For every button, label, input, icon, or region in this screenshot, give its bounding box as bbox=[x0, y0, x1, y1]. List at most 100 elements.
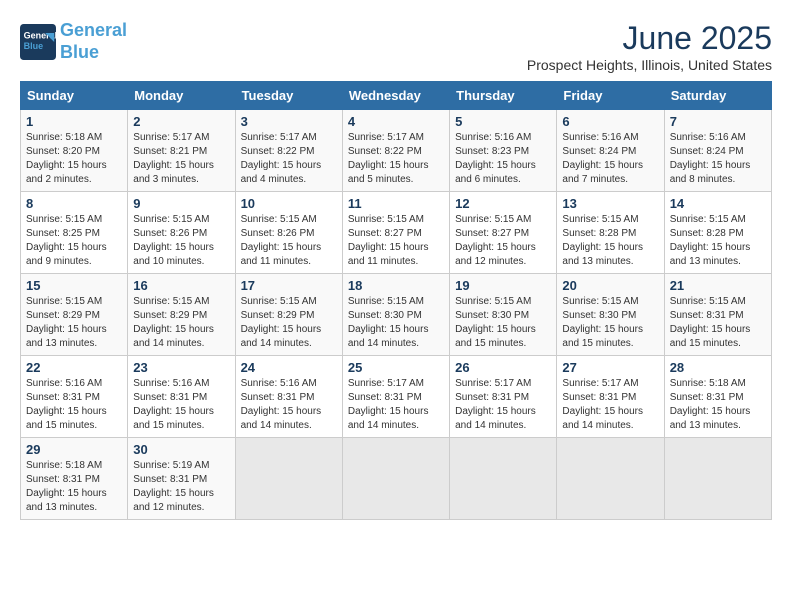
day-info: Sunrise: 5:15 AM Sunset: 8:26 PM Dayligh… bbox=[241, 213, 337, 269]
calendar-day-cell: 8Sunrise: 5:15 AM Sunset: 8:25 PM Daylig… bbox=[21, 192, 128, 274]
day-info: Sunrise: 5:15 AM Sunset: 8:29 PM Dayligh… bbox=[26, 295, 122, 351]
calendar-day-cell: 9 Sunrise: 5:15 AM Sunset: 8:26 PM Daylig… bbox=[128, 192, 235, 274]
logo-line2: Blue bbox=[60, 42, 99, 62]
day-info: Sunrise: 5:15 AM Sunset: 8:30 PM Dayligh… bbox=[455, 295, 551, 351]
day-number: 17 bbox=[241, 278, 337, 293]
day-number: 10 bbox=[241, 196, 337, 211]
day-number: 8 bbox=[26, 196, 122, 211]
day-number: 29 bbox=[26, 442, 122, 457]
day-info: Sunrise: 5:15 AM Sunset: 8:28 PM Dayligh… bbox=[670, 213, 766, 269]
page-header: General Blue General Blue June 2025 Pros… bbox=[20, 20, 772, 73]
day-info: Sunrise: 5:17 AM Sunset: 8:31 PM Dayligh… bbox=[562, 377, 658, 433]
day-number: 14 bbox=[670, 196, 766, 211]
col-friday: Friday bbox=[557, 82, 664, 110]
day-number: 30 bbox=[133, 442, 229, 457]
day-info: Sunrise: 5:17 AM Sunset: 8:21 PM Dayligh… bbox=[133, 131, 229, 187]
calendar-day-cell: 29 Sunrise: 5:18 AM Sunset: 8:31 PM Dayli… bbox=[21, 438, 128, 520]
day-info: Sunrise: 5:17 AM Sunset: 8:22 PM Dayligh… bbox=[241, 131, 337, 187]
day-info: Sunrise: 5:18 AM Sunset: 8:31 PM Dayligh… bbox=[26, 459, 122, 515]
calendar-week-row: 29 Sunrise: 5:18 AM Sunset: 8:31 PM Dayli… bbox=[21, 438, 772, 520]
svg-text:Blue: Blue bbox=[24, 41, 44, 51]
day-number: 22 bbox=[26, 360, 122, 375]
day-info: Sunrise: 5:16 AM Sunset: 8:31 PM Dayligh… bbox=[241, 377, 337, 433]
calendar-day-cell: 19 Sunrise: 5:15 AM Sunset: 8:30 PM Dayli… bbox=[450, 274, 557, 356]
calendar-day-cell: 23 Sunrise: 5:16 AM Sunset: 8:31 PM Dayli… bbox=[128, 356, 235, 438]
day-info: Sunrise: 5:15 AM Sunset: 8:30 PM Dayligh… bbox=[348, 295, 444, 351]
calendar-day-cell: 14 Sunrise: 5:15 AM Sunset: 8:28 PM Dayli… bbox=[664, 192, 771, 274]
calendar-day-cell: 15 Sunrise: 5:15 AM Sunset: 8:29 PM Dayli… bbox=[21, 274, 128, 356]
day-info: Sunrise: 5:15 AM Sunset: 8:26 PM Dayligh… bbox=[133, 213, 229, 269]
day-info: Sunrise: 5:18 AM Sunset: 8:20 PM Dayligh… bbox=[26, 131, 122, 187]
calendar-day-cell: 26 Sunrise: 5:17 AM Sunset: 8:31 PM Dayli… bbox=[450, 356, 557, 438]
day-number: 23 bbox=[133, 360, 229, 375]
month-title: June 2025 bbox=[527, 20, 772, 57]
calendar-day-cell: 28 Sunrise: 5:18 AM Sunset: 8:31 PM Dayli… bbox=[664, 356, 771, 438]
logo: General Blue General Blue bbox=[20, 20, 127, 63]
calendar-day-cell: 21 Sunrise: 5:15 AM Sunset: 8:31 PM Dayli… bbox=[664, 274, 771, 356]
calendar-day-cell bbox=[450, 438, 557, 520]
day-info: Sunrise: 5:16 AM Sunset: 8:31 PM Dayligh… bbox=[26, 377, 122, 433]
day-number: 15 bbox=[26, 278, 122, 293]
col-saturday: Saturday bbox=[664, 82, 771, 110]
day-number: 5 bbox=[455, 114, 551, 129]
day-info: Sunrise: 5:15 AM Sunset: 8:27 PM Dayligh… bbox=[348, 213, 444, 269]
calendar-week-row: 1 Sunrise: 5:18 AM Sunset: 8:20 PM Daylig… bbox=[21, 110, 772, 192]
day-number: 26 bbox=[455, 360, 551, 375]
calendar-day-cell: 30Sunrise: 5:19 AM Sunset: 8:31 PM Dayli… bbox=[128, 438, 235, 520]
calendar-day-cell: 1 Sunrise: 5:18 AM Sunset: 8:20 PM Daylig… bbox=[21, 110, 128, 192]
logo-line1: General bbox=[60, 20, 127, 40]
day-info: Sunrise: 5:15 AM Sunset: 8:29 PM Dayligh… bbox=[241, 295, 337, 351]
day-number: 7 bbox=[670, 114, 766, 129]
day-number: 3 bbox=[241, 114, 337, 129]
col-sunday: Sunday bbox=[21, 82, 128, 110]
day-number: 1 bbox=[26, 114, 122, 129]
calendar-day-cell: 22 Sunrise: 5:16 AM Sunset: 8:31 PM Dayli… bbox=[21, 356, 128, 438]
col-thursday: Thursday bbox=[450, 82, 557, 110]
day-number: 18 bbox=[348, 278, 444, 293]
day-number: 19 bbox=[455, 278, 551, 293]
day-info: Sunrise: 5:17 AM Sunset: 8:31 PM Dayligh… bbox=[455, 377, 551, 433]
logo-icon: General Blue bbox=[20, 24, 56, 60]
calendar-day-cell bbox=[235, 438, 342, 520]
col-tuesday: Tuesday bbox=[235, 82, 342, 110]
day-number: 9 bbox=[133, 196, 229, 211]
calendar-day-cell: 24Sunrise: 5:16 AM Sunset: 8:31 PM Dayli… bbox=[235, 356, 342, 438]
day-number: 21 bbox=[670, 278, 766, 293]
day-number: 6 bbox=[562, 114, 658, 129]
calendar-day-cell: 7 Sunrise: 5:16 AM Sunset: 8:24 PM Daylig… bbox=[664, 110, 771, 192]
calendar-day-cell: 6Sunrise: 5:16 AM Sunset: 8:24 PM Daylig… bbox=[557, 110, 664, 192]
title-block: June 2025 Prospect Heights, Illinois, Un… bbox=[527, 20, 772, 73]
day-info: Sunrise: 5:16 AM Sunset: 8:23 PM Dayligh… bbox=[455, 131, 551, 187]
calendar-day-cell: 20Sunrise: 5:15 AM Sunset: 8:30 PM Dayli… bbox=[557, 274, 664, 356]
calendar-day-cell bbox=[664, 438, 771, 520]
day-number: 25 bbox=[348, 360, 444, 375]
location-subtitle: Prospect Heights, Illinois, United State… bbox=[527, 57, 772, 73]
calendar-day-cell: 25 Sunrise: 5:17 AM Sunset: 8:31 PM Dayli… bbox=[342, 356, 449, 438]
day-info: Sunrise: 5:16 AM Sunset: 8:24 PM Dayligh… bbox=[670, 131, 766, 187]
day-number: 12 bbox=[455, 196, 551, 211]
calendar-day-cell: 17 Sunrise: 5:15 AM Sunset: 8:29 PM Dayli… bbox=[235, 274, 342, 356]
day-info: Sunrise: 5:17 AM Sunset: 8:22 PM Dayligh… bbox=[348, 131, 444, 187]
calendar-day-cell: 2 Sunrise: 5:17 AM Sunset: 8:21 PM Daylig… bbox=[128, 110, 235, 192]
calendar-day-cell: 10 Sunrise: 5:15 AM Sunset: 8:26 PM Dayli… bbox=[235, 192, 342, 274]
logo-text: General Blue bbox=[60, 20, 127, 63]
day-number: 2 bbox=[133, 114, 229, 129]
col-wednesday: Wednesday bbox=[342, 82, 449, 110]
day-number: 11 bbox=[348, 196, 444, 211]
calendar-day-cell: 4Sunrise: 5:17 AM Sunset: 8:22 PM Daylig… bbox=[342, 110, 449, 192]
day-info: Sunrise: 5:17 AM Sunset: 8:31 PM Dayligh… bbox=[348, 377, 444, 433]
calendar-table: Sunday Monday Tuesday Wednesday Thursday… bbox=[20, 81, 772, 520]
day-number: 16 bbox=[133, 278, 229, 293]
day-info: Sunrise: 5:15 AM Sunset: 8:31 PM Dayligh… bbox=[670, 295, 766, 351]
calendar-day-cell: 12Sunrise: 5:15 AM Sunset: 8:27 PM Dayli… bbox=[450, 192, 557, 274]
calendar-day-cell: 11 Sunrise: 5:15 AM Sunset: 8:27 PM Dayli… bbox=[342, 192, 449, 274]
day-number: 13 bbox=[562, 196, 658, 211]
calendar-week-row: 8Sunrise: 5:15 AM Sunset: 8:25 PM Daylig… bbox=[21, 192, 772, 274]
calendar-day-cell bbox=[342, 438, 449, 520]
day-info: Sunrise: 5:16 AM Sunset: 8:31 PM Dayligh… bbox=[133, 377, 229, 433]
day-number: 28 bbox=[670, 360, 766, 375]
day-info: Sunrise: 5:15 AM Sunset: 8:28 PM Dayligh… bbox=[562, 213, 658, 269]
calendar-day-cell: 13 Sunrise: 5:15 AM Sunset: 8:28 PM Dayli… bbox=[557, 192, 664, 274]
day-info: Sunrise: 5:18 AM Sunset: 8:31 PM Dayligh… bbox=[670, 377, 766, 433]
day-info: Sunrise: 5:15 AM Sunset: 8:29 PM Dayligh… bbox=[133, 295, 229, 351]
